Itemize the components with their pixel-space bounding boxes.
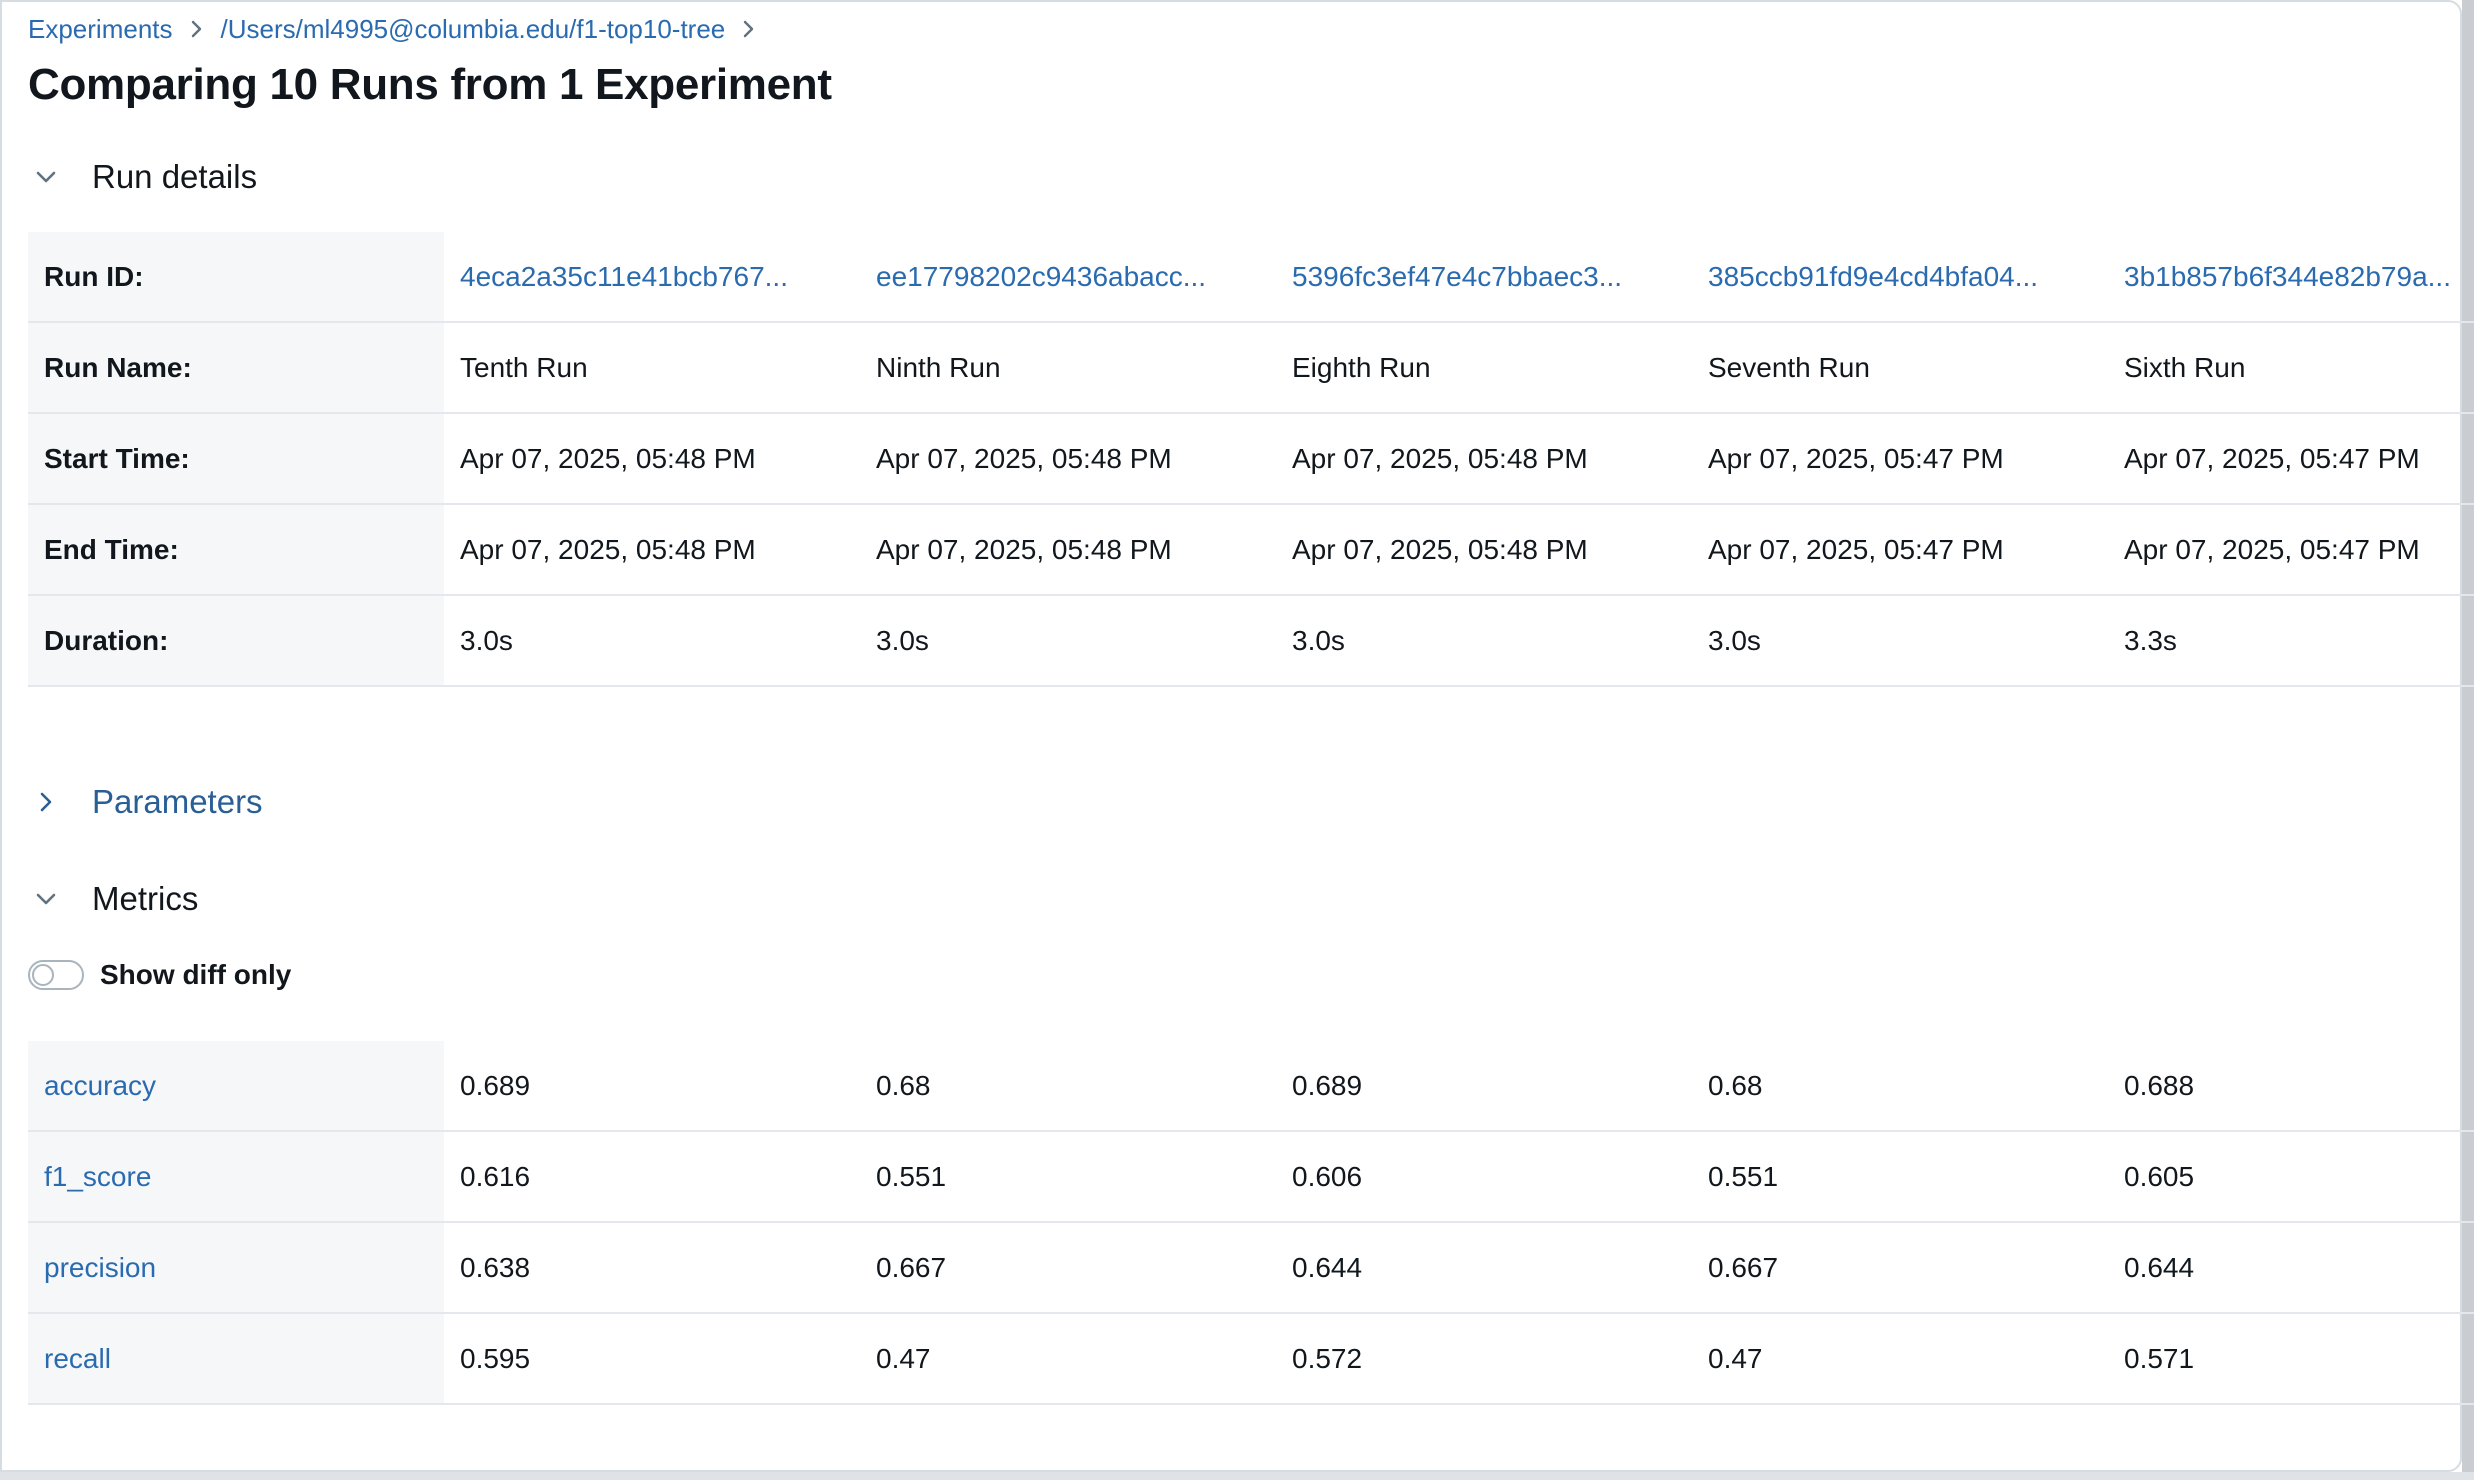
table-cell: 0.689 <box>444 1041 860 1132</box>
show-diff-switch[interactable] <box>28 960 84 990</box>
table-cell: Apr 07, 2025, 05:48 PM <box>860 504 1276 596</box>
table-cell: 3.3s <box>2108 595 2474 687</box>
table-cell: Sixth Run <box>2108 322 2474 414</box>
breadcrumb: Experiments /Users/ml4995@columbia.edu/f… <box>28 12 773 46</box>
chevron-right-icon <box>173 19 221 39</box>
table-cell: Eighth Run <box>1276 322 1692 414</box>
table-cell: 0.551 <box>860 1131 1276 1223</box>
chevron-right-icon <box>725 19 773 39</box>
metric-row: accuracy 0.689 0.68 0.689 0.68 0.688 <box>28 1041 2474 1132</box>
table-cell: 0.638 <box>444 1222 860 1314</box>
parameters-section-toggle[interactable]: Parameters <box>28 782 263 822</box>
table-cell: Tenth Run <box>444 322 860 414</box>
table-cell: 0.606 <box>1276 1131 1692 1223</box>
table-cell: 0.47 <box>860 1313 1276 1405</box>
row-label: End Time: <box>28 504 444 596</box>
row-label: Run ID: <box>28 232 444 323</box>
chevron-right-icon <box>28 784 64 820</box>
table-cell: Ninth Run <box>860 322 1276 414</box>
breadcrumb-experiment-path-link[interactable]: /Users/ml4995@columbia.edu/f1-top10-tree <box>221 14 726 45</box>
metrics-table: accuracy 0.689 0.68 0.689 0.68 0.688 f1_score 0… <box>28 1041 2474 1405</box>
run-id-link[interactable]: 385ccb91fd9e4cd4bfa04... <box>1692 232 2108 323</box>
run-details-section-title: Run details <box>92 158 258 195</box>
run-details-table: Run ID: 4eca2a35c11e41bcb767... ee17798202… <box>28 232 2474 687</box>
metric-name-link[interactable]: precision <box>28 1222 444 1314</box>
table-cell: 0.667 <box>1692 1222 2108 1314</box>
table-cell: 0.667 <box>860 1222 1276 1314</box>
table-cell: 0.616 <box>444 1131 860 1223</box>
table-cell: 0.644 <box>2108 1222 2474 1314</box>
parameters-section-title: Parameters <box>92 783 263 820</box>
table-cell: 3.0s <box>1692 595 2108 687</box>
table-cell: 0.689 <box>1276 1041 1692 1132</box>
table-cell: 0.644 <box>1276 1222 1692 1314</box>
table-cell: 0.47 <box>1692 1313 2108 1405</box>
metric-row: recall 0.595 0.47 0.572 0.47 0.571 <box>28 1313 2474 1405</box>
table-cell: Apr 07, 2025, 05:48 PM <box>444 504 860 596</box>
show-diff-toggle-row: Show diff only <box>28 955 291 995</box>
run-details-row: Duration: 3.0s 3.0s 3.0s 3.0s 3.3s <box>28 595 2474 687</box>
run-id-link[interactable]: 3b1b857b6f344e82b79a... <box>2108 232 2474 323</box>
metrics-section-toggle[interactable]: Metrics <box>28 879 198 919</box>
table-cell: 0.595 <box>444 1313 860 1405</box>
table-cell: 3.0s <box>860 595 1276 687</box>
window-bottom-edge <box>0 1472 2474 1480</box>
table-cell: 0.68 <box>1692 1041 2108 1132</box>
table-cell: Apr 07, 2025, 05:48 PM <box>444 413 860 505</box>
breadcrumb-experiments-link[interactable]: Experiments <box>28 14 173 45</box>
table-cell: 0.572 <box>1276 1313 1692 1405</box>
metrics-section-title: Metrics <box>92 880 199 917</box>
metric-name-link[interactable]: accuracy <box>28 1041 444 1132</box>
row-label: Start Time: <box>28 413 444 505</box>
table-cell: Apr 07, 2025, 05:47 PM <box>2108 504 2474 596</box>
table-cell: Seventh Run <box>1692 322 2108 414</box>
run-id-link[interactable]: 5396fc3ef47e4c7bbaec3... <box>1276 232 1692 323</box>
table-cell: Apr 07, 2025, 05:48 PM <box>1276 504 1692 596</box>
row-label: Duration: <box>28 595 444 687</box>
show-diff-label: Show diff only <box>100 959 292 990</box>
table-cell: 0.571 <box>2108 1313 2474 1405</box>
row-label: Run Name: <box>28 322 444 414</box>
metric-row: precision 0.638 0.667 0.644 0.667 0.644 <box>28 1222 2474 1314</box>
run-details-row: Run Name: Tenth Run Ninth Run Eighth Run Sev… <box>28 322 2474 414</box>
table-cell: Apr 07, 2025, 05:48 PM <box>860 413 1276 505</box>
run-details-row: End Time: Apr 07, 2025, 05:48 PM Apr 07, 2… <box>28 504 2474 596</box>
run-details-row: Start Time: Apr 07, 2025, 05:48 PM Apr 07,… <box>28 413 2474 505</box>
table-cell: 0.68 <box>860 1041 1276 1132</box>
table-cell: Apr 07, 2025, 05:47 PM <box>2108 413 2474 505</box>
table-cell: Apr 07, 2025, 05:47 PM <box>1692 413 2108 505</box>
table-cell: 0.605 <box>2108 1131 2474 1223</box>
switch-knob <box>32 964 54 986</box>
table-cell: Apr 07, 2025, 05:47 PM <box>1692 504 2108 596</box>
table-cell: 0.688 <box>2108 1041 2474 1132</box>
table-cell: 0.551 <box>1692 1131 2108 1223</box>
metric-name-link[interactable]: f1_score <box>28 1131 444 1223</box>
table-cell: 3.0s <box>444 595 860 687</box>
run-id-link[interactable]: ee17798202c9436abacc... <box>860 232 1276 323</box>
chevron-down-icon <box>28 159 64 195</box>
run-id-link[interactable]: 4eca2a35c11e41bcb767... <box>444 232 860 323</box>
chevron-down-icon <box>28 881 64 917</box>
table-cell: Apr 07, 2025, 05:48 PM <box>1276 413 1692 505</box>
metric-name-link[interactable]: recall <box>28 1313 444 1405</box>
page-title: Comparing 10 Runs from 1 Experiment <box>28 60 832 109</box>
metric-row: f1_score 0.616 0.551 0.606 0.551 0.605 <box>28 1131 2474 1223</box>
run-details-section-toggle[interactable]: Run details <box>28 157 257 197</box>
run-details-row: Run ID: 4eca2a35c11e41bcb767... ee17798202… <box>28 232 2474 323</box>
table-cell: 3.0s <box>1276 595 1692 687</box>
